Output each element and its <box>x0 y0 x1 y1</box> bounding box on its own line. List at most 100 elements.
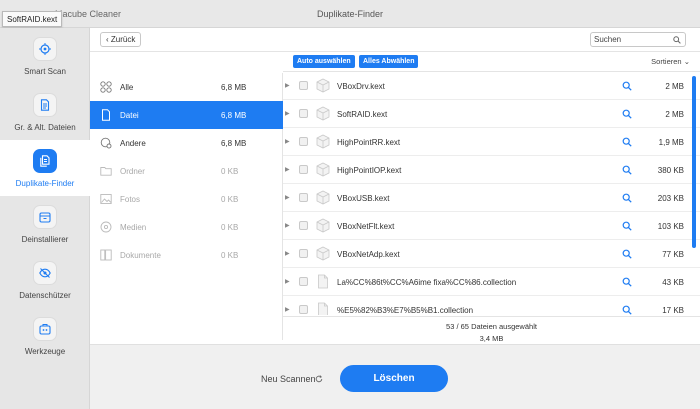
file-name: VBoxDrv.kext <box>337 82 385 91</box>
package-icon <box>316 190 330 205</box>
file-size: 17 KB <box>662 306 684 315</box>
sidebar-item-label: Duplikate-Finder <box>15 179 75 188</box>
file-size: 203 KB <box>657 194 684 203</box>
preview-search-icon[interactable] <box>622 81 632 91</box>
file-row[interactable]: ▶ La%CC%86t%CC%A6ime fixa%CC%86.collecti… <box>283 268 700 296</box>
expand-arrow-icon[interactable]: ▶ <box>285 138 290 145</box>
file-checkbox[interactable] <box>299 305 308 314</box>
sidebar-item-label: Datenschützer <box>19 291 71 300</box>
category-documents[interactable]: Dokumente 0 KB <box>90 241 283 269</box>
preview-search-icon[interactable] <box>622 249 632 259</box>
expand-arrow-icon[interactable]: ▶ <box>285 166 290 173</box>
preview-search-icon[interactable] <box>622 165 632 175</box>
sidebar-item-label: Gr. & Alt. Dateien <box>14 123 76 132</box>
sidebar-item-large-old-files[interactable]: Gr. & Alt. Dateien <box>0 84 90 140</box>
delete-button[interactable]: Löschen <box>340 365 448 392</box>
media-icon <box>100 221 112 233</box>
file-row[interactable]: ▶ %E5%82%B3%E7%B5%B1.collection 17 KB <box>283 296 700 315</box>
file-name: VBoxUSB.kext <box>337 194 390 203</box>
sidebar-item-duplicate-finder[interactable]: Duplikate-Finder <box>0 140 90 196</box>
file-checkbox[interactable] <box>299 193 308 202</box>
window-title: Duplikate-Finder <box>316 9 384 19</box>
auto-select-button[interactable]: Auto auswählen <box>293 55 355 68</box>
search-icon[interactable] <box>673 36 681 44</box>
file-row[interactable]: ▶ VBoxNetAdp.kext 77 KB <box>283 240 700 268</box>
package-icon <box>316 246 330 261</box>
back-button[interactable]: ‹ Zurück <box>100 32 142 47</box>
target-icon <box>33 37 57 61</box>
selection-count: 53 / 65 Dateien ausgewählt <box>446 322 537 331</box>
document-icon <box>33 93 57 117</box>
preview-search-icon[interactable] <box>622 109 632 119</box>
preview-search-icon[interactable] <box>622 221 632 231</box>
file-row[interactable]: ▶ VBoxDrv.kext 2 MB <box>283 72 700 100</box>
category-media[interactable]: Medien 0 KB <box>90 213 283 241</box>
other-icon <box>100 137 112 149</box>
file-checkbox[interactable] <box>299 221 308 230</box>
refresh-icon[interactable] <box>315 375 323 383</box>
expand-arrow-icon[interactable]: ▶ <box>285 250 290 257</box>
search-input[interactable] <box>594 33 672 46</box>
file-checkbox[interactable] <box>299 277 308 286</box>
deselect-all-button[interactable]: Alles Abwählen <box>359 55 419 68</box>
sort-label: Sortieren <box>651 57 682 66</box>
expand-arrow-icon[interactable]: ▶ <box>285 222 290 229</box>
expand-arrow-icon[interactable]: ▶ <box>285 194 290 201</box>
category-all[interactable]: Alle 6,8 MB <box>90 73 283 101</box>
file-name: VBoxNetAdp.kext <box>337 250 400 259</box>
file-checkbox[interactable] <box>299 249 308 258</box>
file-row[interactable]: ▶ HighPointRR.kext 1,9 MB <box>283 128 700 156</box>
expand-arrow-icon[interactable]: ▶ <box>285 82 290 89</box>
file-checkbox[interactable] <box>299 81 308 90</box>
sort-dropdown[interactable]: Sortieren ⌄ <box>651 57 690 66</box>
category-label: Medien <box>120 223 147 232</box>
category-photos[interactable]: Fotos 0 KB <box>90 185 283 213</box>
sidebar: Smart Scan Gr. & Alt. Dateien Duplikate-… <box>0 28 90 409</box>
category-file[interactable]: Datei 6,8 MB <box>90 101 283 129</box>
expand-arrow-icon[interactable]: ▶ <box>285 278 290 285</box>
category-size: 0 KB <box>221 195 239 204</box>
file-checkbox[interactable] <box>299 137 308 146</box>
document-icon <box>100 249 112 261</box>
footer: Neu Scannen Löschen <box>90 344 700 409</box>
preview-search-icon[interactable] <box>622 193 632 203</box>
file-name: %E5%82%B3%E7%B5%B1.collection <box>337 306 474 315</box>
sidebar-item-uninstaller[interactable]: Deinstallierer <box>0 196 90 252</box>
file-row[interactable]: ▶ HighPointIOP.kext 380 KB <box>283 156 700 184</box>
sidebar-item-privacy[interactable]: Datenschützer <box>0 252 90 308</box>
search-box[interactable] <box>590 32 686 47</box>
package-icon <box>316 106 330 121</box>
category-label: Fotos <box>120 195 141 204</box>
file-list: ▶ VBoxDrv.kext 2 MB ▶ SoftRAID.kext 2 MB… <box>283 72 700 315</box>
file-row[interactable]: ▶ SoftRAID.kext 2 MB <box>283 100 700 128</box>
category-other[interactable]: Andere 6,8 MB <box>90 129 283 157</box>
sidebar-item-smart-scan[interactable]: Smart Scan <box>0 28 90 84</box>
expand-arrow-icon[interactable]: ▶ <box>285 110 290 117</box>
file-name: La%CC%86t%CC%A6ime fixa%CC%86.collection <box>337 278 517 287</box>
preview-search-icon[interactable] <box>622 137 632 147</box>
sidebar-item-tools[interactable]: Werkzeuge <box>0 308 90 364</box>
sidebar-item-label: Werkzeuge <box>24 347 66 356</box>
file-icon <box>316 274 330 289</box>
category-label: Datei <box>120 111 139 120</box>
file-list-scrollbar[interactable] <box>692 76 696 248</box>
category-folder[interactable]: Ordner 0 KB <box>90 157 283 185</box>
sidebar-item-label: Smart Scan <box>24 67 66 76</box>
file-checkbox[interactable] <box>299 165 308 174</box>
toolbox-icon <box>33 317 57 341</box>
main-panel: ‹ Zurück Alle 6,8 MB Datei 6,8 MB <box>90 28 700 409</box>
preview-search-icon[interactable] <box>622 277 632 287</box>
tooltip: SoftRAID.kext <box>2 11 63 27</box>
file-row[interactable]: ▶ VBoxUSB.kext 203 KB <box>283 184 700 212</box>
file-row[interactable]: ▶ VBoxNetFlt.kext 103 KB <box>283 212 700 240</box>
rescan-button[interactable]: Neu Scannen <box>261 374 316 384</box>
back-button-label: Zurück <box>110 35 136 44</box>
package-icon <box>316 134 330 149</box>
category-size: 0 KB <box>221 223 239 232</box>
preview-search-icon[interactable] <box>622 305 632 315</box>
duplicate-icon <box>33 149 57 173</box>
expand-arrow-icon[interactable]: ▶ <box>285 306 290 313</box>
selection-summary: 53 / 65 Dateien ausgewählt 3,4 MB <box>283 316 700 344</box>
category-size: 6,8 MB <box>221 83 247 92</box>
file-checkbox[interactable] <box>299 109 308 118</box>
